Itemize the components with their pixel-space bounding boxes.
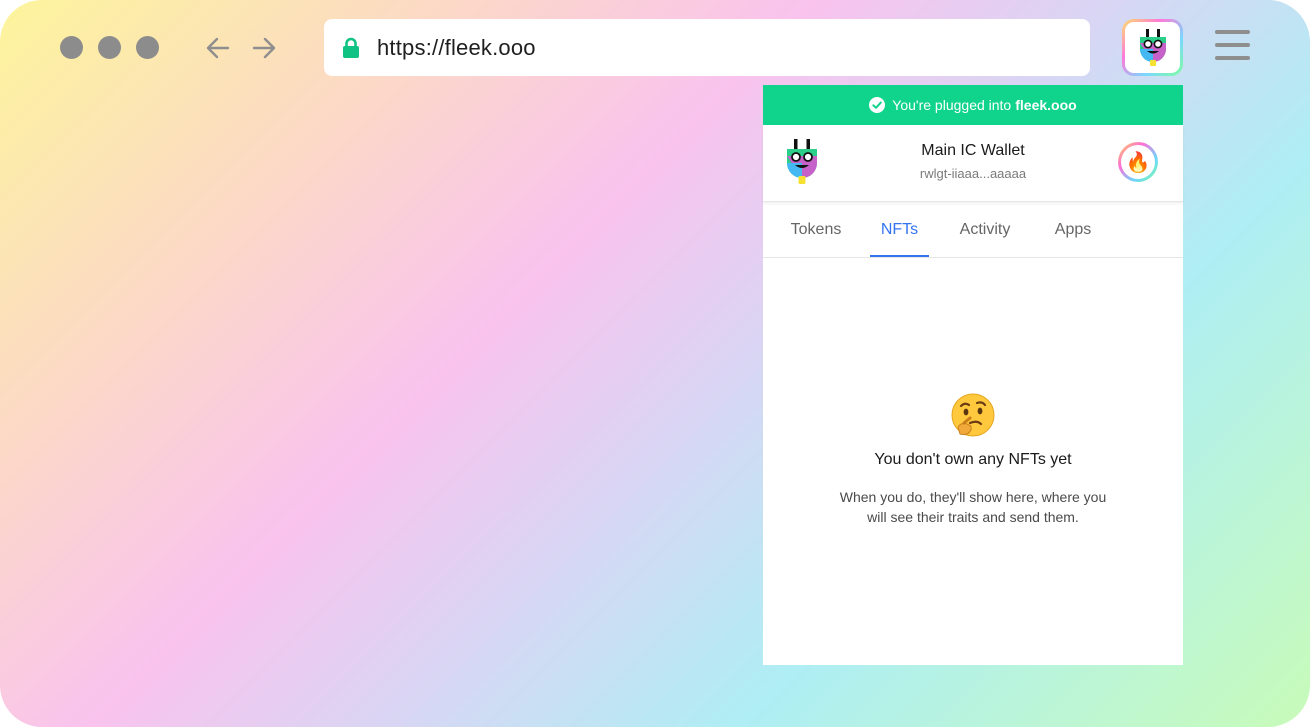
fire-emoji-icon[interactable]: 🔥 (1118, 142, 1158, 182)
empty-state-title: You don't own any NFTs yet (874, 451, 1072, 468)
tab-tokens[interactable]: Tokens (789, 202, 843, 257)
check-circle-icon (869, 97, 886, 113)
wallet-tabs: Tokens NFTs Activity Apps (763, 202, 1183, 258)
wallet-header: Main IC Wallet rwlgt-iiaaa...aaaaa 🔥 (763, 125, 1183, 202)
tab-apps[interactable]: Apps (1053, 202, 1093, 257)
window-close-dot[interactable] (60, 36, 83, 59)
lock-icon (343, 37, 359, 58)
arrow-left-icon[interactable] (204, 34, 232, 62)
tab-nfts[interactable]: NFTs (870, 202, 929, 257)
window-minimize-dot[interactable] (98, 36, 121, 59)
url-text[interactable]: https://fleek.ooo (377, 19, 536, 76)
plug-wallet-popup: You're plugged into fleek.ooo Main IC Wa… (763, 85, 1183, 665)
empty-state-description: When you do, they'll show here, where yo… (839, 489, 1107, 525)
tab-activity[interactable]: Activity (956, 202, 1014, 257)
hamburger-menu-icon[interactable] (1215, 30, 1251, 60)
banner-prefix: You're plugged into (892, 97, 1012, 113)
nft-empty-state: You don't own any NFTs yet When you do, … (763, 393, 1183, 527)
plug-extension-button[interactable] (1122, 19, 1183, 76)
connection-banner: You're plugged into fleek.ooo (763, 85, 1183, 125)
arrow-right-icon[interactable] (250, 34, 278, 62)
banner-site: fleek.ooo (1015, 97, 1077, 113)
plug-extension-icon (1140, 29, 1166, 66)
thinking-face-icon (951, 393, 995, 437)
browser-window: https://fleek.ooo You're plugged into fl… (0, 0, 1310, 727)
window-maximize-dot[interactable] (136, 36, 159, 59)
address-bar[interactable]: https://fleek.ooo (324, 19, 1090, 76)
